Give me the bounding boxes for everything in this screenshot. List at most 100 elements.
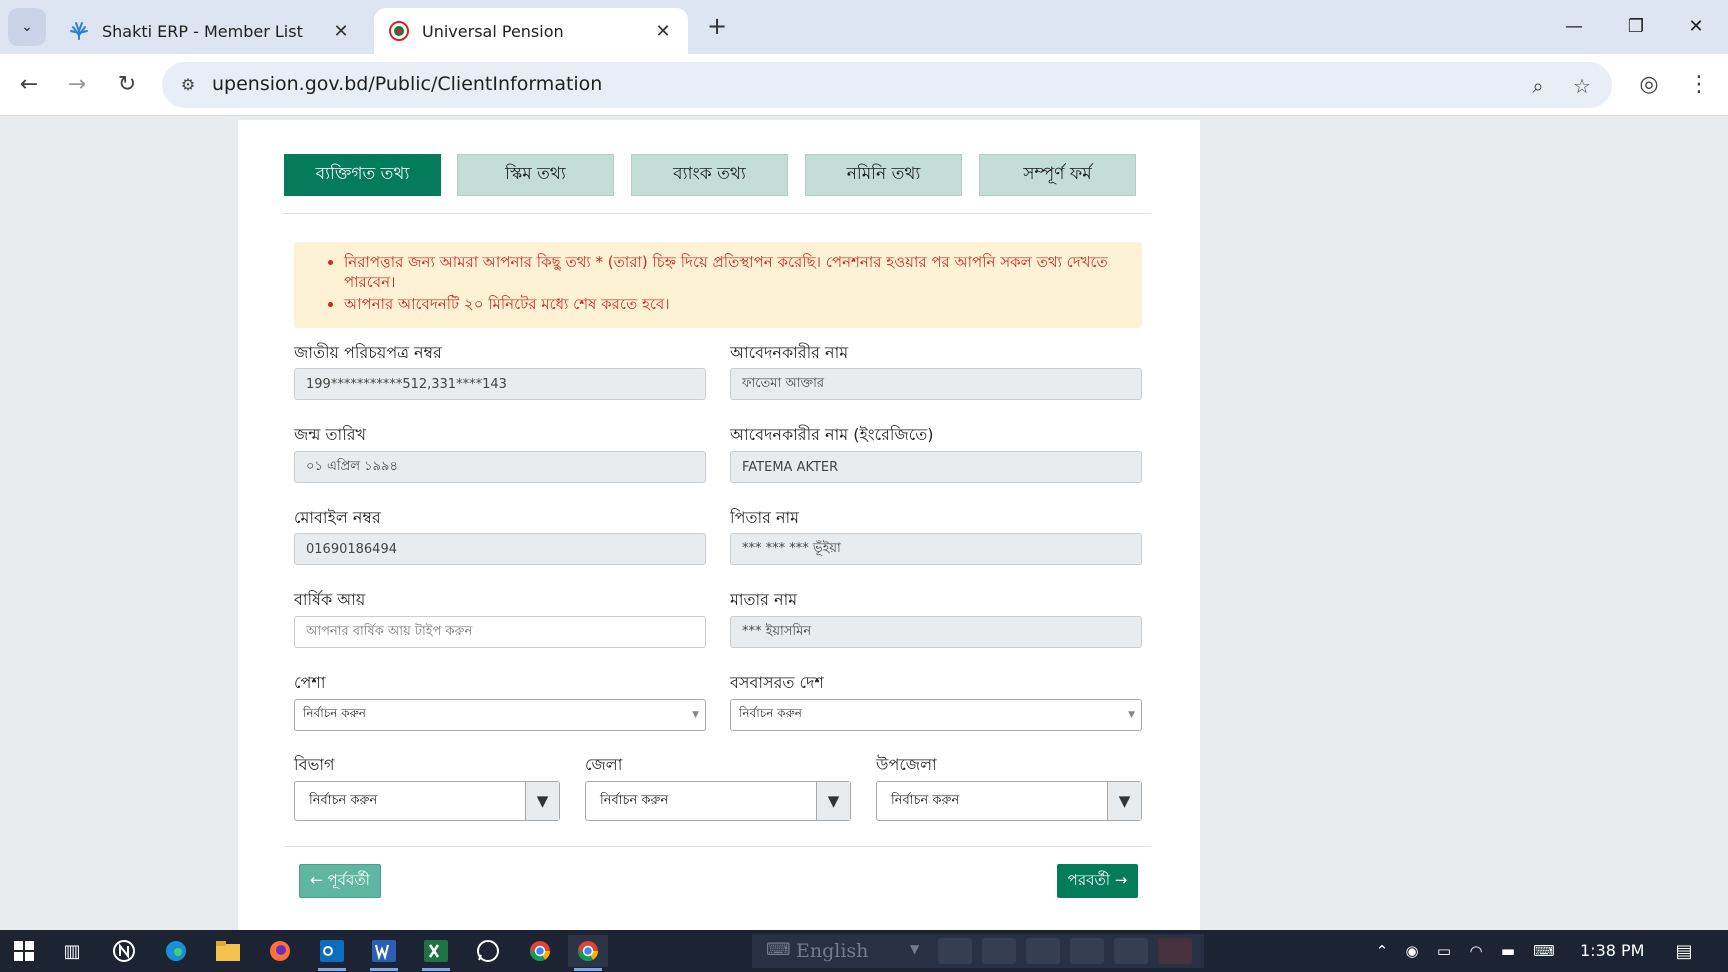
chrome-active-icon[interactable]	[568, 935, 608, 971]
edge-icon[interactable]	[156, 935, 196, 967]
previous-button[interactable]: ← পূর্ববর্তী	[299, 864, 381, 898]
dropdown-arrow-icon: ▼	[816, 782, 850, 820]
camera-icon[interactable]: ▭	[1428, 942, 1460, 960]
tab-title: Shakti ERP - Member List	[102, 21, 303, 41]
back-button[interactable]: ←	[12, 68, 46, 102]
url-text[interactable]: upension.gov.bd/Public/ClientInformation	[212, 73, 602, 95]
dropdown-arrow-icon: ▼	[1107, 782, 1141, 820]
chevron-up-icon[interactable]: ⌃	[1368, 942, 1396, 960]
country-select[interactable]: নির্বাচন করুন ▼	[730, 699, 1142, 731]
address-bar[interactable]: ⚙ upension.gov.bd/Public/ClientInformati…	[162, 62, 1612, 108]
profile-icon: ◎	[1639, 72, 1659, 97]
lang-tool-icon[interactable]	[1070, 938, 1104, 964]
new-tab-button[interactable]: +	[702, 12, 732, 42]
windows-start-icon[interactable]	[4, 935, 44, 967]
zoom-icon[interactable]: ⌕	[1524, 72, 1552, 100]
outlook-icon[interactable]	[312, 935, 352, 971]
word-icon[interactable]	[364, 935, 404, 971]
n-app-icon[interactable]	[104, 935, 144, 967]
kebab-menu-icon: ⋮	[1688, 72, 1710, 97]
browser-tab-bar: ⌄ Shakti ERP - Member List ✕ Universal P…	[0, 0, 1728, 54]
tab-shakti-erp[interactable]: Shakti ERP - Member List ✕	[54, 8, 366, 54]
next-button[interactable]: পরবর্তী →	[1057, 864, 1138, 898]
menu-button[interactable]: ⋮	[1682, 68, 1716, 102]
step-bank-info[interactable]: ব্যাংক তথ্য	[631, 154, 788, 196]
close-icon: ✕	[1688, 16, 1704, 37]
lang-tool-icon[interactable]	[1026, 938, 1060, 964]
tab-universal-pension[interactable]: Universal Pension ✕	[374, 8, 688, 54]
upazila-select-value: নির্বাচন করুন	[891, 792, 960, 808]
chrome-icon[interactable]	[520, 935, 560, 967]
battery-icon[interactable]: ▬	[1492, 942, 1524, 960]
division-select-value: নির্বাচন করুন	[309, 792, 378, 808]
system-tray: ⌃ ◉ ▭ ◠ ▬ ⌨	[1368, 930, 1564, 972]
division-label: বিভাগ	[294, 755, 335, 774]
dropdown-arrow-icon: ▼	[525, 782, 559, 820]
annual-income-input[interactable]: আপনার বার্ষিক আয় টাইপ করুন	[294, 616, 706, 648]
occupation-select[interactable]: নির্বাচন করুন ▼	[294, 699, 706, 731]
clock[interactable]: 1:38 PM	[1580, 941, 1644, 960]
site-settings-icon[interactable]: ⚙	[176, 73, 200, 97]
district-select-value: নির্বাচন করুন	[600, 792, 669, 808]
close-icon[interactable]: ✕	[330, 21, 352, 42]
step-nominee-info[interactable]: নমিনি তথ্য	[805, 154, 962, 196]
upazila-label: উপজেলা	[876, 755, 937, 774]
notification-icon[interactable]: ▤	[1664, 935, 1704, 967]
restore-button[interactable]: ❐	[1614, 10, 1658, 44]
lang-tool-icon[interactable]	[982, 938, 1016, 964]
notice-item: নিরাপত্তার জন্য আমরা আপনার কিছু তথ্য * (…	[344, 252, 1128, 292]
minimize-button[interactable]: —	[1552, 10, 1596, 44]
close-icon[interactable]: ✕	[652, 21, 674, 42]
forward-button[interactable]: →	[60, 68, 94, 102]
help-icon[interactable]	[1114, 938, 1148, 964]
excel-icon[interactable]	[416, 935, 456, 971]
lang-tool-icon[interactable]	[938, 938, 972, 964]
security-notice: নিরাপত্তার জন্য আমরা আপনার কিছু তথ্য * (…	[294, 242, 1142, 328]
bookmark-star-icon[interactable]: ☆	[1568, 72, 1596, 100]
whatsapp-icon[interactable]	[468, 935, 508, 967]
browser-toolbar: ← → ↻ ⚙ upension.gov.bd/Public/ClientInf…	[0, 54, 1728, 116]
tab-search-button[interactable]: ⌄	[8, 8, 46, 46]
wifi-icon[interactable]: ◠	[1460, 942, 1492, 960]
caret-down-icon: ▼	[1128, 710, 1135, 720]
file-explorer-icon[interactable]	[208, 935, 248, 967]
caret-down-icon: ▼	[910, 942, 920, 956]
divider	[283, 213, 1151, 214]
record-icon[interactable]: ◉	[1396, 942, 1428, 960]
nid-label: জাতীয় পরিচয়পত্র নম্বর	[294, 343, 442, 362]
dob-field: ০১ এপ্রিল ১৯৯৪	[294, 451, 706, 483]
upazila-select[interactable]: নির্বাচন করুন ▼	[876, 781, 1142, 821]
occupation-label: পেশা	[294, 673, 326, 692]
restore-icon: ❐	[1627, 16, 1645, 37]
arrow-left-icon: ←	[19, 72, 39, 97]
step-scheme-info[interactable]: স্কিম তথ্য	[457, 154, 614, 196]
firefox-icon[interactable]	[260, 935, 300, 967]
task-view-icon[interactable]: ▥	[52, 935, 92, 967]
arrow-right-icon: →	[67, 72, 87, 97]
reload-button[interactable]: ↻	[110, 68, 144, 102]
plus-icon: +	[706, 12, 728, 40]
district-select[interactable]: নির্বাচন করুন ▼	[585, 781, 851, 821]
close-icon[interactable]	[1158, 938, 1192, 964]
mother-name-field: *** ইয়াসমিন	[730, 616, 1142, 648]
applicant-name-field: ফাতেমা আক্তার	[730, 368, 1142, 400]
step-complete-form[interactable]: সম্পূর্ণ ফর্ম	[979, 154, 1136, 196]
chevron-down-icon: ⌄	[21, 19, 33, 35]
applicant-name-en-label: আবেদনকারীর নাম (ইংরেজিতে)	[730, 425, 934, 444]
mobile-field: 01690186494	[294, 533, 706, 565]
annual-income-label: বার্ষিক আয়	[294, 590, 366, 609]
reload-icon: ↻	[117, 72, 137, 97]
step-personal-info[interactable]: ব্যক্তিগত তথ্য	[284, 154, 441, 196]
bangladesh-seal-icon	[388, 20, 410, 42]
mobile-label: মোবাইল নম্বর	[294, 508, 381, 527]
language-bar[interactable]: ⌨ English ▼	[752, 934, 1204, 968]
keyboard-icon[interactable]: ⌨	[1524, 942, 1564, 960]
nid-field: 199***********512,331****143	[294, 368, 706, 400]
close-window-button[interactable]: ✕	[1674, 10, 1718, 44]
division-select[interactable]: নির্বাচন করুন ▼	[294, 781, 560, 821]
mother-name-label: মাতার নাম	[730, 590, 798, 609]
profile-button[interactable]: ◎	[1632, 68, 1666, 102]
keyboard-icon: ⌨	[766, 940, 791, 960]
occupation-select-value: নির্বাচন করুন	[303, 706, 366, 720]
dob-label: জন্ম তারিখ	[294, 425, 367, 444]
